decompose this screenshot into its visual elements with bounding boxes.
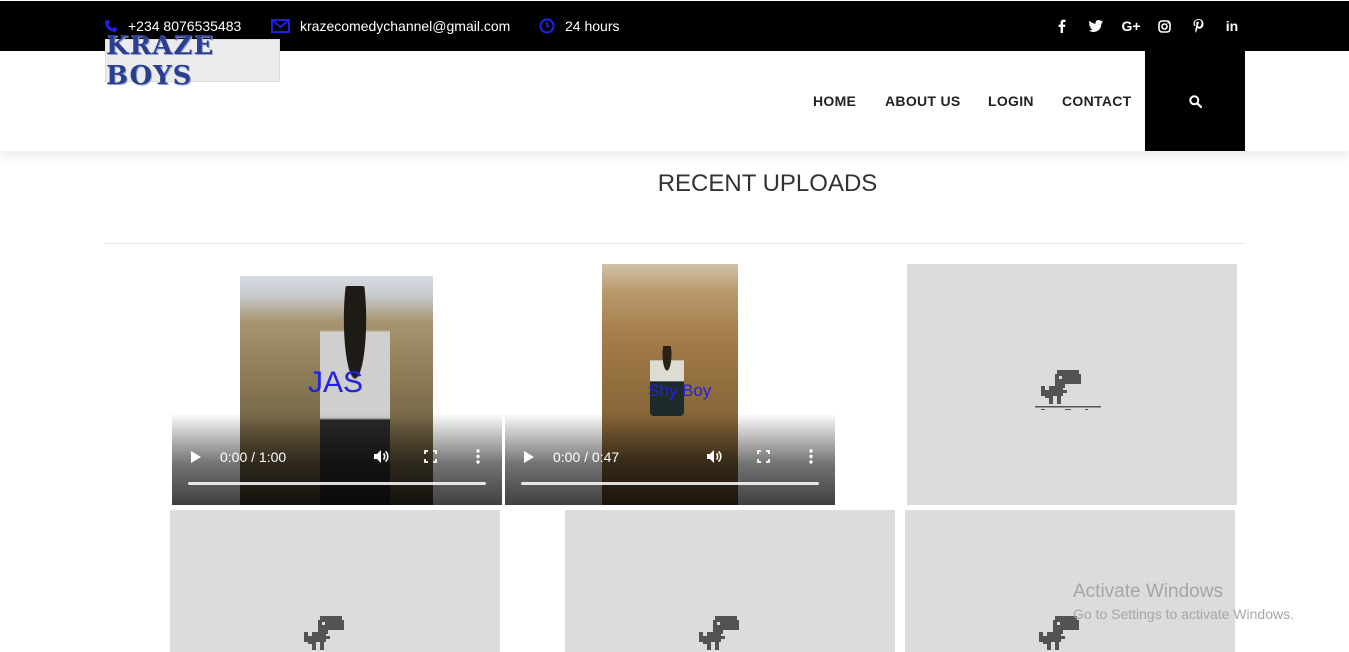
video-1-overlay-label: JAS [308,366,364,399]
linkedin-icon[interactable]: in [1222,1,1242,51]
fullscreen-icon[interactable] [757,450,770,466]
nav-contact[interactable]: CONTACT [1062,51,1132,151]
nav-about-us[interactable]: ABOUT US [885,51,961,151]
logo-text: KRAZE BOYS [106,30,215,91]
fullscreen-icon[interactable] [424,450,437,466]
site-logo[interactable]: KRAZE BOYS [105,31,280,91]
video-1-progress-bar[interactable] [188,482,486,485]
email-address[interactable]: krazecomedychannel@gmail.com [300,18,510,34]
activate-windows-title: Activate Windows [1073,581,1223,602]
video-player-2[interactable]: Shy Boy 0:00 / 0:47 [505,264,835,505]
dino-icon [1035,370,1101,410]
business-hours: 24 hours [565,18,620,34]
pinterest-icon[interactable] [1188,1,1208,51]
facebook-icon[interactable] [1052,1,1072,51]
search-button[interactable] [1145,51,1245,151]
video-2-overlay-label: Shy Boy [648,381,712,400]
play-icon[interactable] [523,450,535,467]
twitter-icon[interactable] [1086,1,1106,51]
activate-windows-subtitle: Go to Settings to activate Windows. [1073,606,1294,622]
volume-icon[interactable] [373,449,390,467]
section-title: RECENT UPLOADS [657,170,878,197]
video-placeholder[interactable] [565,510,895,652]
email-info: krazecomedychannel@gmail.com [271,1,510,51]
video-placeholder[interactable] [170,510,500,652]
hours-info: 24 hours [539,1,619,51]
instagram-icon[interactable] [1154,1,1174,51]
section-divider [104,243,1245,244]
search-icon [1188,94,1202,108]
nav-login[interactable]: LOGIN [988,51,1034,151]
video-placeholder[interactable] [907,264,1237,505]
clock-icon [539,18,555,34]
video-2-time: 0:00 / 0:47 [553,449,620,465]
more-options-icon[interactable] [476,449,480,467]
google-plus-icon[interactable]: G+ [1120,1,1142,51]
volume-icon[interactable] [706,449,723,467]
video-1-time: 0:00 / 1:00 [220,449,287,465]
video-2-progress-bar[interactable] [521,482,819,485]
dino-icon [304,616,344,650]
nav-home[interactable]: HOME [813,51,856,151]
dino-icon [699,616,739,650]
more-options-icon[interactable] [809,449,813,467]
play-icon[interactable] [190,450,202,467]
video-player-1[interactable]: JAS 0:00 / 1:00 [172,264,502,505]
